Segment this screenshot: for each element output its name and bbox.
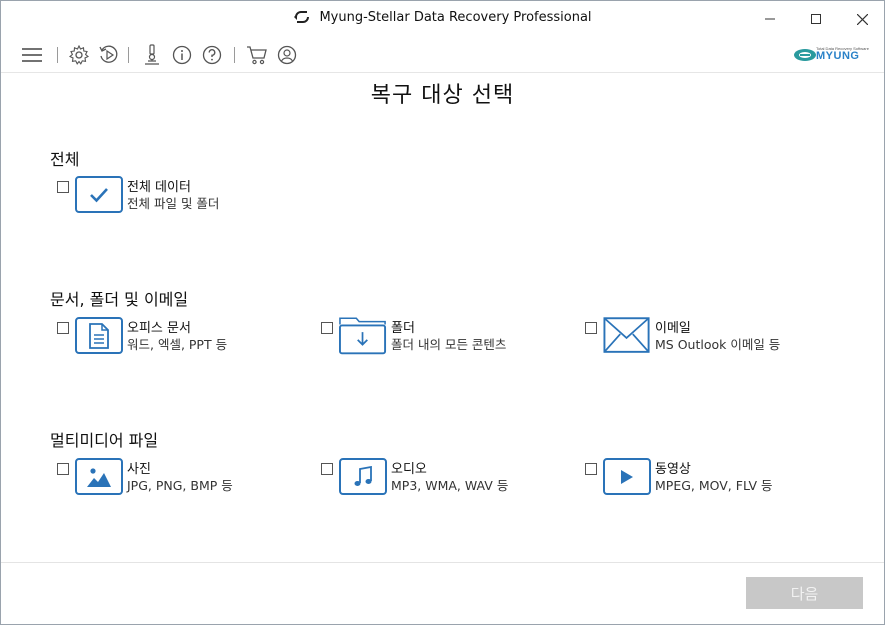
title-bar: Myung-Stellar Data Recovery Professional [1,1,884,37]
option-video[interactable]: 동영상 MPEG, MOV, FLV 등 [585,458,825,498]
option-description: 전체 파일 및 폴더 [127,196,220,211]
settings-icon [69,45,89,65]
image-icon [87,467,111,487]
cart-icon [247,46,267,65]
checkbox[interactable] [585,463,597,475]
option-email[interactable]: 이메일 MS Outlook 이메일 등 [585,316,825,357]
music-note-icon [354,465,372,486]
option-photos[interactable]: 사진 JPG, PNG, BMP 등 [57,458,287,498]
envelope-icon [603,316,650,353]
brand-name: MYUNG [816,50,860,62]
option-tile[interactable] [339,316,387,354]
cart-button[interactable] [245,43,269,67]
section-title-all: 전체 [50,150,80,169]
page-title: 복구 대상 선택 [370,83,515,108]
close-button[interactable] [839,1,885,37]
minimize-icon [765,18,775,20]
checkbox[interactable] [57,463,69,475]
checkbox[interactable] [57,181,69,193]
option-office-documents[interactable]: 오피스 문서 워드, 엑셀, PPT 등 [57,317,287,357]
close-icon [856,13,868,25]
checkbox[interactable] [321,463,333,475]
option-description: MS Outlook 이메일 등 [655,337,781,352]
account-button[interactable] [275,43,299,67]
checkbox[interactable] [57,322,69,334]
maximize-button[interactable] [793,1,839,37]
toolbar-divider [234,47,235,63]
next-button[interactable]: 다음 [746,577,863,609]
option-tile[interactable] [603,316,651,354]
app-window: Myung-Stellar Data Recovery Professional [0,0,885,625]
window-title: Myung-Stellar Data Recovery Professional [319,10,592,25]
help-icon [202,45,222,65]
toolbar: Total Data Recovery Software MYUNG [1,37,884,73]
option-audio[interactable]: 오디오 MP3, WMA, WAV 등 [321,458,551,498]
footer-divider [1,562,884,563]
section-title-documents: 문서, 폴더 및 이메일 [50,290,189,309]
option-description: 워드, 엑셀, PPT 등 [127,337,228,352]
info-button[interactable] [170,43,194,67]
option-all-data[interactable]: 전체 데이터 전체 파일 및 폴더 [57,176,287,216]
toolbar-divider [128,47,129,63]
toolbar-divider [57,47,58,63]
minimize-button[interactable] [747,1,793,37]
maximize-icon [811,14,821,24]
option-description: MPEG, MOV, FLV 등 [655,478,773,493]
option-description: JPG, PNG, BMP 등 [127,478,233,493]
history-button[interactable] [97,43,121,67]
info-icon [172,45,192,65]
option-description: MP3, WMA, WAV 등 [391,478,509,493]
scan-microscope-icon [145,44,159,65]
folder-icon [339,316,387,354]
checkbox[interactable] [585,322,597,334]
app-logo-icon [294,11,310,23]
option-tile[interactable] [339,458,387,495]
help-button[interactable] [200,43,224,67]
scan-button[interactable] [140,43,164,67]
hamburger-menu-icon [22,48,42,62]
option-tile[interactable] [75,317,123,354]
document-icon [89,322,109,349]
option-tile[interactable] [75,458,123,495]
account-icon [277,45,297,65]
option-tile[interactable] [603,458,651,495]
option-folder[interactable]: 폴더 폴더 내의 모든 콘텐츠 [321,316,551,357]
settings-button[interactable] [67,43,91,67]
play-icon [621,469,633,484]
option-tile[interactable] [75,176,123,213]
menu-button[interactable] [20,43,44,67]
history-icon [99,45,118,63]
option-description: 폴더 내의 모든 콘텐츠 [391,337,507,352]
checkbox[interactable] [321,322,333,334]
checkmark-icon [90,187,108,202]
section-title-multimedia: 멀티미디어 파일 [50,431,159,450]
